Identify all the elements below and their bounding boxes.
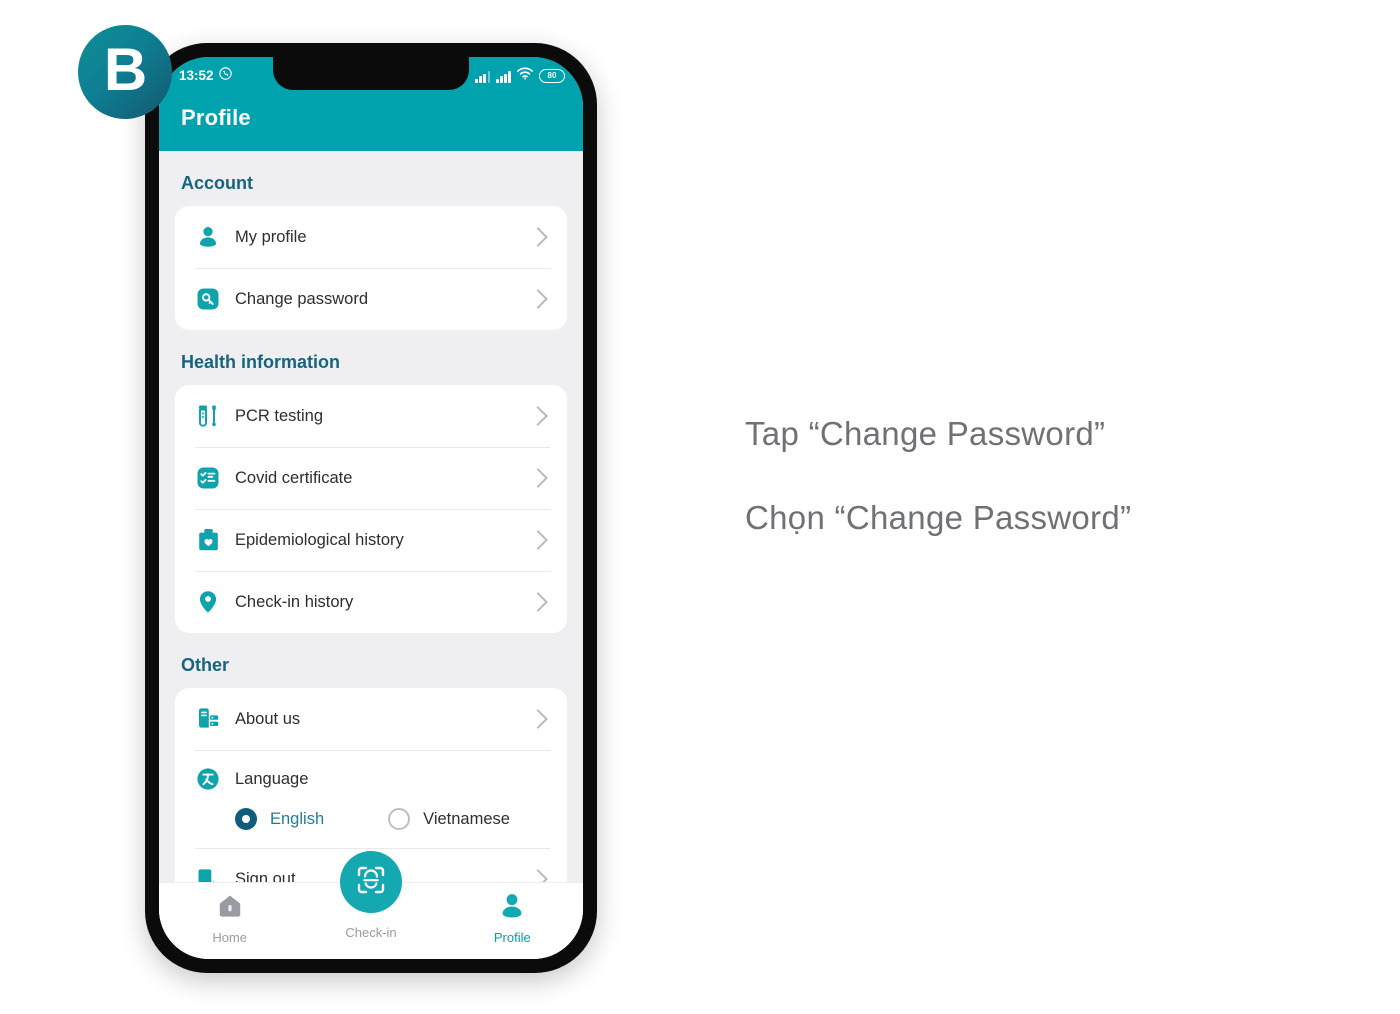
list-item-label: About us (235, 709, 301, 728)
battery-icon: 80 (539, 69, 565, 83)
instruction-panel: Tap “Change Password” Chọn “Change Passw… (745, 415, 1325, 537)
key-icon (195, 286, 221, 312)
list-item-label: Language (235, 769, 309, 788)
checklist-icon (195, 465, 221, 491)
call-bubble-icon (218, 67, 232, 83)
status-bar-left: 13:52 (179, 67, 232, 83)
settings-scroll-content[interactable]: Account My profile Change password Healt… (159, 151, 583, 959)
cellular-signal-icon-2 (496, 70, 511, 83)
map-pin-icon (195, 589, 221, 615)
radio-label: Vietnamese (423, 809, 510, 828)
nav-item-home[interactable]: Home (159, 883, 300, 945)
chevron-right-icon (528, 592, 548, 612)
chevron-right-icon (528, 468, 548, 488)
radio-button-unselected[interactable] (388, 808, 411, 830)
list-item-covid-certificate[interactable]: Covid certificate (175, 447, 567, 509)
section-title-health-information: Health information (181, 352, 341, 372)
nav-item-profile[interactable]: Profile (442, 883, 583, 945)
cellular-signal-icon-1 (475, 70, 491, 83)
list-item-pcr-testing[interactable]: PCR testing (175, 385, 567, 447)
page-title: Profile (181, 105, 251, 130)
radio-option-vietnamese[interactable]: Vietnamese (388, 808, 510, 830)
test-tube-icon (195, 403, 221, 429)
list-item-check-in-history[interactable]: Check-in history (175, 571, 567, 633)
language-row-header: Language (195, 750, 551, 808)
chevron-right-icon (528, 289, 548, 309)
chevron-right-icon (528, 709, 548, 729)
wifi-icon (517, 67, 533, 85)
app-body: Profile Account My profile Change passwo… (159, 99, 583, 959)
phone-notch (273, 57, 469, 90)
list-item-about-us[interactable]: About us (175, 688, 567, 750)
list-item-label: My profile (235, 227, 307, 246)
person-icon (500, 893, 524, 924)
clipboard-heart-icon (195, 527, 221, 553)
bottom-navigation-bar: Home Check-in Profile (159, 851, 583, 959)
phone-mockup-frame: 13:52 80 Profile Account My profile Chan… (145, 43, 597, 973)
status-bar-right: 80 (475, 67, 565, 85)
document-info-icon (195, 706, 221, 732)
radio-option-english[interactable]: English (235, 808, 324, 830)
nav-item-label: Profile (493, 930, 531, 945)
home-icon (217, 893, 243, 924)
person-icon (195, 224, 221, 250)
radio-button-selected[interactable] (235, 808, 257, 830)
status-bar-time: 13:52 (179, 67, 214, 83)
instruction-line-vietnamese: Chọn “Change Password” (745, 499, 1132, 536)
section-title-other: Other (181, 655, 230, 675)
chevron-right-icon (528, 530, 548, 550)
language-options: English Vietnamese (195, 808, 551, 836)
phone-screen: 13:52 80 Profile Account My profile Chan… (159, 57, 583, 959)
brand-logo-letter: B (103, 36, 147, 103)
nav-item-label: Check-in (345, 925, 397, 940)
check-in-fab-button[interactable] (340, 851, 402, 913)
section-title-account: Account (181, 173, 253, 193)
list-item-change-password[interactable]: Change password (175, 268, 567, 330)
translate-icon (195, 766, 221, 792)
list-item-label: Check-in history (235, 592, 354, 611)
list-item-my-profile[interactable]: My profile (175, 206, 567, 268)
face-scan-icon (356, 865, 386, 900)
list-item-epidemiological-history[interactable]: Epidemiological history (175, 509, 567, 571)
brand-logo-badge: B (78, 25, 172, 119)
list-item-label: Epidemiological history (235, 530, 404, 549)
chevron-right-icon (528, 406, 548, 426)
list-item-label: PCR testing (235, 406, 324, 425)
list-item-label: Change password (235, 289, 368, 308)
radio-label: English (270, 809, 325, 828)
battery-level-label: 80 (547, 71, 557, 80)
instruction-line-english: Tap “Change Password” (745, 415, 1106, 452)
chevron-right-icon (528, 227, 548, 247)
section-card-health-information: PCR testing Covid certificate Epidemiolo… (175, 385, 567, 633)
nav-item-label: Home (212, 930, 247, 945)
section-card-account: My profile Change password (175, 206, 567, 330)
list-item-label: Covid certificate (235, 468, 353, 487)
app-bar: Profile (159, 99, 583, 151)
list-item-language[interactable]: Language English Vietnamese (175, 750, 567, 848)
